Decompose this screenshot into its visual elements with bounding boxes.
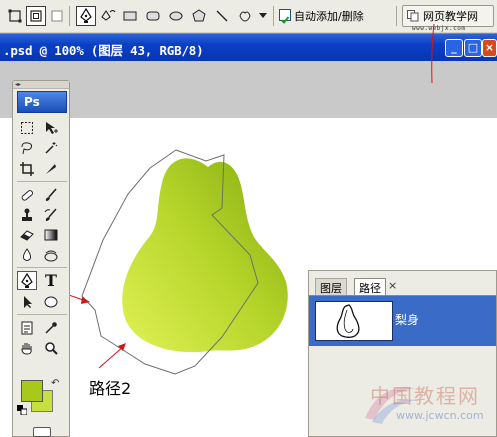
pen-icon[interactable]	[17, 271, 37, 290]
slice-icon[interactable]	[41, 159, 61, 178]
eyedropper-icon[interactable]	[41, 318, 61, 337]
lasso-icon[interactable]	[17, 138, 37, 157]
annotation-label: 路径2	[89, 379, 132, 398]
foreground-color-swatch[interactable]	[21, 380, 43, 402]
separator	[17, 314, 67, 315]
swap-colors-icon[interactable]: ↶	[51, 378, 59, 389]
notes-icon[interactable]	[17, 318, 37, 337]
close-icon[interactable]: ×	[388, 279, 397, 292]
toolbox-grip[interactable]: ◂▸	[13, 81, 69, 89]
path-name: 梨身	[395, 313, 420, 327]
default-colors-icon[interactable]	[17, 405, 27, 415]
type-icon[interactable]: T	[41, 271, 61, 290]
separator	[17, 181, 67, 182]
toolbox: ◂▸ Ps T ↶	[12, 80, 70, 437]
zoom-icon[interactable]	[41, 338, 61, 357]
history-brush-icon[interactable]	[41, 205, 61, 224]
path-thumbnail	[315, 301, 393, 341]
path-list-item[interactable]: 梨身	[309, 296, 496, 346]
eraser-icon[interactable]	[17, 225, 37, 244]
blur-icon[interactable]	[17, 245, 37, 264]
crop-icon[interactable]	[17, 159, 37, 178]
gradient-icon[interactable]	[41, 225, 61, 244]
watermark-url: www.jcwcn.com	[396, 409, 484, 422]
tab-layers[interactable]: 图层	[315, 278, 347, 295]
ps-logo[interactable]: Ps	[17, 91, 67, 113]
ps-logo-text: Ps	[24, 95, 40, 109]
brush-icon[interactable]	[41, 185, 61, 204]
hand-icon[interactable]	[17, 338, 37, 357]
pear-shape	[122, 158, 288, 353]
type-glyph: T	[45, 271, 57, 290]
move-icon[interactable]	[41, 118, 61, 137]
annotation-arrow	[431, 23, 435, 84]
tab-paths[interactable]: 路径	[354, 278, 386, 295]
marquee-icon[interactable]	[17, 118, 37, 137]
shape-icon[interactable]	[41, 292, 61, 311]
path-select-icon[interactable]	[17, 292, 37, 311]
dodge-icon[interactable]	[41, 245, 61, 264]
separator	[17, 267, 67, 268]
quick-mask-icon[interactable]	[33, 427, 51, 437]
healing-brush-icon[interactable]	[17, 185, 37, 204]
watermark-text: 中国教程网	[370, 384, 480, 408]
clone-stamp-icon[interactable]	[17, 205, 37, 224]
magic-wand-icon[interactable]	[41, 138, 61, 157]
annotation-arrow	[98, 343, 126, 369]
